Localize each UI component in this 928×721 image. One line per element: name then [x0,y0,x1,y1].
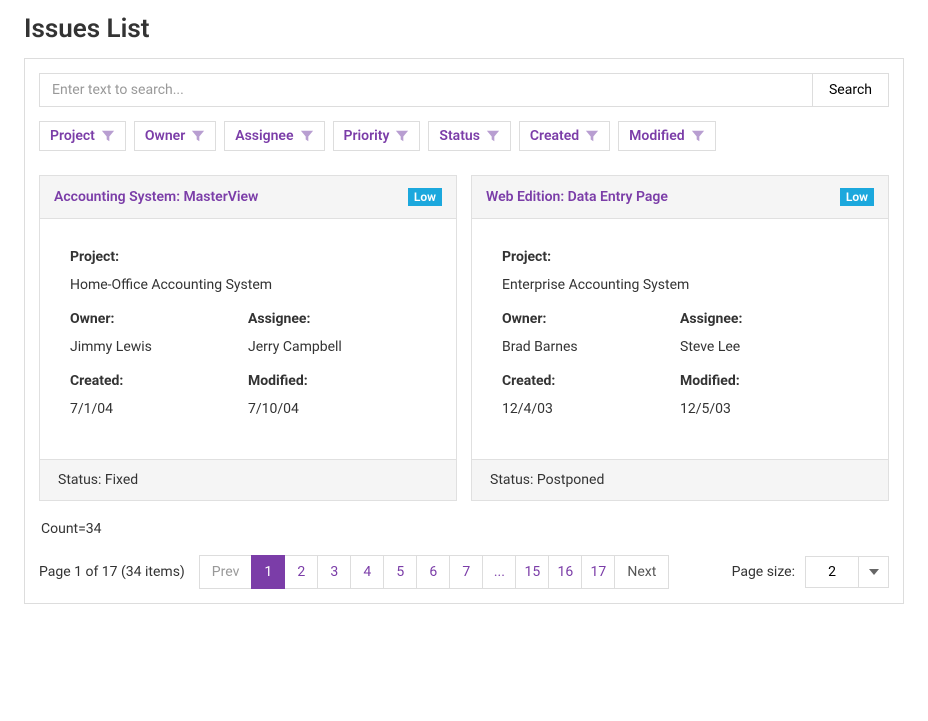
project-label: Project: [70,249,426,265]
page-size-input[interactable] [806,557,858,587]
filter-icon [101,129,115,143]
assignee-label: Assignee: [680,311,858,327]
pager-buttons: Prev1234567...151617Next [199,555,670,589]
card-title[interactable]: Accounting System: MasterView [54,189,258,205]
status-value: Postponed [537,472,604,488]
filter-chip-label: Created [530,128,579,144]
pager-page-1[interactable]: 1 [251,555,285,589]
filter-icon [101,129,115,143]
owner-value: Brad Barnes [502,339,680,355]
pager-prev-button[interactable]: Prev [199,555,253,589]
filter-icon [486,129,500,143]
issue-card: Accounting System: MasterView Low Project:… [39,175,457,501]
filter-chip-created[interactable]: Created [519,121,610,151]
filter-chip-status[interactable]: Status [428,121,510,151]
filter-icon [395,129,409,143]
filter-chip-label: Assignee [235,128,293,144]
filter-icon [691,129,705,143]
created-label: Created: [70,373,248,389]
pager-left: Page 1 of 17 (34 items) Prev1234567...15… [39,555,669,589]
filter-chip-owner[interactable]: Owner [134,121,216,151]
filter-chip-modified[interactable]: Modified [618,121,715,151]
page-title: Issues List [24,14,904,44]
owner-label: Owner: [70,311,248,327]
cards-row: Accounting System: MasterView Low Project:… [39,175,889,501]
status-value: Fixed [105,472,138,488]
pager-page-4[interactable]: 4 [350,555,384,589]
card-footer: Status: Fixed [40,459,456,500]
filter-chip-label: Project [50,128,95,144]
filter-icon [585,129,599,143]
filter-chip-assignee[interactable]: Assignee [224,121,324,151]
filter-icon [191,129,205,143]
caret-down-icon [869,569,879,575]
project-value: Home-Office Accounting System [70,277,426,293]
priority-badge: Low [840,188,874,206]
card-footer: Status: Postponed [472,459,888,500]
page-size-combo[interactable] [805,556,889,588]
filter-icon [191,129,205,143]
pager-ellipsis: ... [482,555,516,589]
owner-value: Jimmy Lewis [70,339,248,355]
card-header: Web Edition: Data Entry Page Low [472,176,888,219]
created-value: 7/1/04 [70,401,248,417]
project-value: Enterprise Accounting System [502,277,858,293]
pager-next-button[interactable]: Next [614,555,669,589]
pager-page-16[interactable]: 16 [548,555,582,589]
pager-page-5[interactable]: 5 [383,555,417,589]
page-size-caret-button[interactable] [858,557,888,587]
pager-page-15[interactable]: 15 [515,555,549,589]
filter-chips-row: Project Owner Assignee Priority Status Create… [39,121,889,151]
modified-label: Modified: [248,373,426,389]
pager-page-6[interactable]: 6 [416,555,450,589]
filter-icon [395,129,409,143]
assignee-value: Steve Lee [680,339,858,355]
filter-chip-label: Modified [629,128,684,144]
page-size-control: Page size: [732,556,889,588]
filter-icon [486,129,500,143]
owner-label: Owner: [502,311,680,327]
count-summary: Count=34 [41,521,889,537]
filter-chip-project[interactable]: Project [39,121,126,151]
card-body: Project: Enterprise Accounting System Owne… [472,219,888,459]
filter-chip-priority[interactable]: Priority [333,121,421,151]
filter-icon [300,129,314,143]
pager-row: Page 1 of 17 (34 items) Prev1234567...15… [39,555,889,589]
issues-panel: Search Project Owner Assignee Priority Statu… [24,58,904,604]
status-label: Status: [58,472,105,488]
search-row: Search [39,73,889,107]
filter-chip-label: Owner [145,128,185,144]
filter-chip-label: Priority [344,128,390,144]
modified-label: Modified: [680,373,858,389]
pager-info: Page 1 of 17 (34 items) [39,564,185,580]
filter-icon [691,129,705,143]
status-label: Status: [490,472,537,488]
pager-page-2[interactable]: 2 [284,555,318,589]
created-value: 12/4/03 [502,401,680,417]
pager-page-7[interactable]: 7 [449,555,483,589]
pager-page-17[interactable]: 17 [581,555,615,589]
pager-page-3[interactable]: 3 [317,555,351,589]
assignee-label: Assignee: [248,311,426,327]
page-size-label: Page size: [732,564,795,580]
created-label: Created: [502,373,680,389]
project-label: Project: [502,249,858,265]
assignee-value: Jerry Campbell [248,339,426,355]
modified-value: 12/5/03 [680,401,858,417]
card-title[interactable]: Web Edition: Data Entry Page [486,189,668,205]
card-body: Project: Home-Office Accounting System Own… [40,219,456,459]
search-input[interactable] [39,73,812,107]
filter-icon [585,129,599,143]
priority-badge: Low [408,188,442,206]
search-button[interactable]: Search [812,73,889,107]
modified-value: 7/10/04 [248,401,426,417]
filter-icon [300,129,314,143]
filter-chip-label: Status [439,128,479,144]
issue-card: Web Edition: Data Entry Page Low Project: E… [471,175,889,501]
card-header: Accounting System: MasterView Low [40,176,456,219]
